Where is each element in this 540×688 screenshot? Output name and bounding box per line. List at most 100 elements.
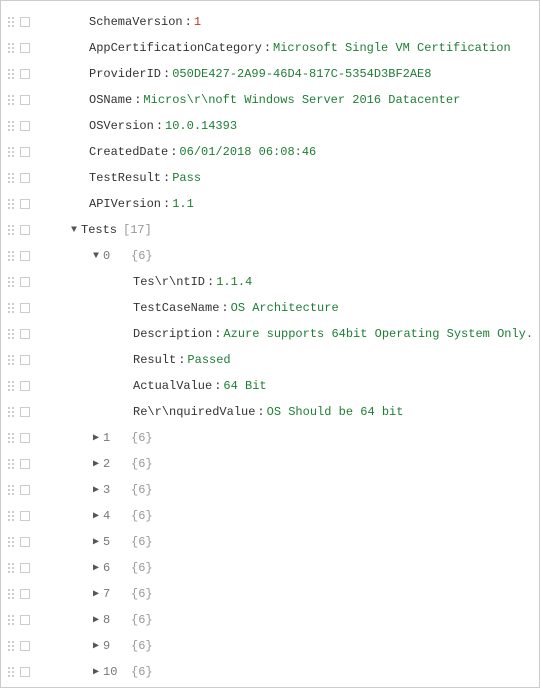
- selection-box[interactable]: [20, 641, 30, 651]
- selection-box[interactable]: [20, 407, 30, 417]
- row-gutter[interactable]: [7, 562, 45, 574]
- row-gutter[interactable]: [7, 484, 45, 496]
- row-gutter[interactable]: [7, 666, 45, 678]
- selection-box[interactable]: [20, 17, 30, 27]
- expand-toggle-icon[interactable]: ▶: [89, 432, 103, 444]
- drag-handle-icon[interactable]: [7, 640, 16, 652]
- expand-toggle-icon[interactable]: ▶: [89, 588, 103, 600]
- drag-handle-icon[interactable]: [7, 224, 16, 236]
- row-gutter[interactable]: [7, 328, 45, 340]
- selection-box[interactable]: [20, 563, 30, 573]
- row-test-item-8: ▶ 8 {6}: [7, 607, 533, 633]
- selection-box[interactable]: [20, 355, 30, 365]
- drag-handle-icon[interactable]: [7, 562, 16, 574]
- drag-handle-icon[interactable]: [7, 354, 16, 366]
- row-gutter[interactable]: [7, 354, 45, 366]
- selection-box[interactable]: [20, 511, 30, 521]
- row-gutter[interactable]: [7, 276, 45, 288]
- drag-handle-icon[interactable]: [7, 484, 16, 496]
- drag-handle-icon[interactable]: [7, 380, 16, 392]
- drag-handle-icon[interactable]: [7, 458, 16, 470]
- drag-handle-icon[interactable]: [7, 510, 16, 522]
- expand-toggle-icon[interactable]: ▶: [89, 562, 103, 574]
- drag-handle-icon[interactable]: [7, 198, 16, 210]
- selection-box[interactable]: [20, 615, 30, 625]
- row-gutter[interactable]: [7, 406, 45, 418]
- selection-box[interactable]: [20, 69, 30, 79]
- selection-box[interactable]: [20, 485, 30, 495]
- drag-handle-icon[interactable]: [7, 614, 16, 626]
- drag-handle-icon[interactable]: [7, 302, 16, 314]
- property-key: TestResult: [89, 171, 161, 185]
- property-key: SchemaVersion: [89, 15, 183, 29]
- row-gutter[interactable]: [7, 146, 45, 158]
- row-test-item-5: ▶ 5 {6}: [7, 529, 533, 555]
- array-index: 10: [103, 665, 125, 679]
- drag-handle-icon[interactable]: [7, 406, 16, 418]
- expand-toggle-icon[interactable]: ▶: [89, 510, 103, 522]
- row-gutter[interactable]: [7, 172, 45, 184]
- drag-handle-icon[interactable]: [7, 146, 16, 158]
- drag-handle-icon[interactable]: [7, 94, 16, 106]
- row-gutter[interactable]: [7, 120, 45, 132]
- row-gutter[interactable]: [7, 588, 45, 600]
- row-gutter[interactable]: [7, 536, 45, 548]
- selection-box[interactable]: [20, 173, 30, 183]
- row-gutter[interactable]: [7, 614, 45, 626]
- expand-toggle-icon[interactable]: ▼: [89, 251, 103, 262]
- selection-box[interactable]: [20, 225, 30, 235]
- expand-toggle-icon[interactable]: ▶: [89, 484, 103, 496]
- selection-box[interactable]: [20, 459, 30, 469]
- expand-toggle-icon[interactable]: ▶: [89, 640, 103, 652]
- drag-handle-icon[interactable]: [7, 42, 16, 54]
- selection-box[interactable]: [20, 329, 30, 339]
- row-gutter[interactable]: [7, 68, 45, 80]
- selection-box[interactable]: [20, 433, 30, 443]
- drag-handle-icon[interactable]: [7, 666, 16, 678]
- selection-box[interactable]: [20, 381, 30, 391]
- selection-box[interactable]: [20, 589, 30, 599]
- selection-box[interactable]: [20, 147, 30, 157]
- drag-handle-icon[interactable]: [7, 172, 16, 184]
- object-meta: {6}: [131, 483, 153, 497]
- selection-box[interactable]: [20, 199, 30, 209]
- row-gutter[interactable]: [7, 302, 45, 314]
- drag-handle-icon[interactable]: [7, 536, 16, 548]
- colon: :: [257, 405, 264, 419]
- row-gutter[interactable]: [7, 640, 45, 652]
- drag-handle-icon[interactable]: [7, 328, 16, 340]
- object-meta: {6}: [131, 431, 153, 445]
- expand-toggle-icon[interactable]: ▶: [89, 666, 103, 678]
- row-gutter[interactable]: [7, 458, 45, 470]
- drag-handle-icon[interactable]: [7, 120, 16, 132]
- selection-box[interactable]: [20, 43, 30, 53]
- drag-handle-icon[interactable]: [7, 16, 16, 28]
- selection-box[interactable]: [20, 537, 30, 547]
- expand-toggle-icon[interactable]: ▶: [89, 458, 103, 470]
- selection-box[interactable]: [20, 277, 30, 287]
- drag-handle-icon[interactable]: [7, 276, 16, 288]
- row-gutter[interactable]: [7, 198, 45, 210]
- expand-toggle-icon[interactable]: ▼: [67, 225, 81, 236]
- selection-box[interactable]: [20, 667, 30, 677]
- row-gutter[interactable]: [7, 94, 45, 106]
- row-gutter[interactable]: [7, 16, 45, 28]
- drag-handle-icon[interactable]: [7, 68, 16, 80]
- row-gutter[interactable]: [7, 510, 45, 522]
- expand-toggle-icon[interactable]: ▶: [89, 614, 103, 626]
- row-gutter[interactable]: [7, 432, 45, 444]
- selection-box[interactable]: [20, 121, 30, 131]
- object-meta: {6}: [131, 639, 153, 653]
- row-gutter[interactable]: [7, 224, 45, 236]
- selection-box[interactable]: [20, 303, 30, 313]
- selection-box[interactable]: [20, 251, 30, 261]
- drag-handle-icon[interactable]: [7, 250, 16, 262]
- property-value: OS Should be 64 bit: [267, 405, 404, 419]
- row-gutter[interactable]: [7, 42, 45, 54]
- drag-handle-icon[interactable]: [7, 432, 16, 444]
- selection-box[interactable]: [20, 95, 30, 105]
- expand-toggle-icon[interactable]: ▶: [89, 536, 103, 548]
- row-gutter[interactable]: [7, 250, 45, 262]
- drag-handle-icon[interactable]: [7, 588, 16, 600]
- row-gutter[interactable]: [7, 380, 45, 392]
